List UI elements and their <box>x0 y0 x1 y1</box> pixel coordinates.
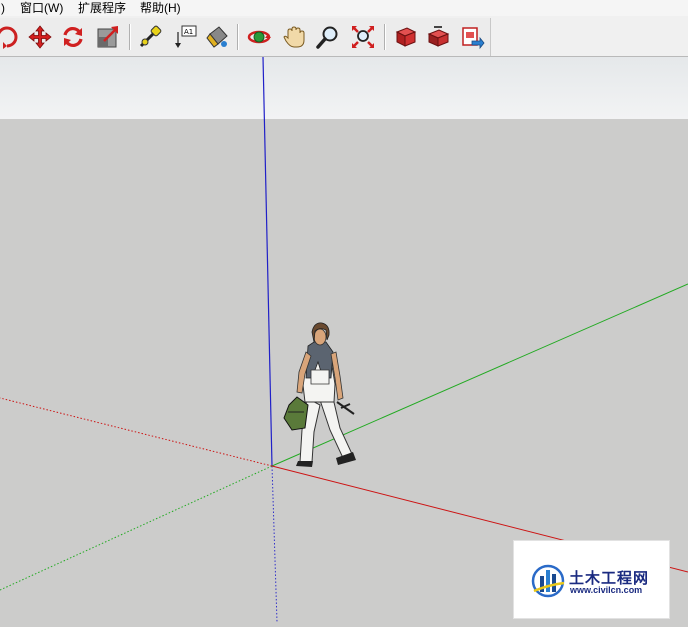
orbit-icon <box>0 26 18 49</box>
model-viewport[interactable] <box>0 56 688 623</box>
rotate-tool-button[interactable] <box>58 22 88 52</box>
paint-bucket-icon <box>206 26 228 48</box>
pan-tool-button[interactable] <box>279 22 309 52</box>
text-icon: A1 <box>175 25 197 48</box>
move-icon <box>28 25 52 49</box>
send-to-layout-button[interactable] <box>457 22 487 52</box>
scale-icon <box>97 26 118 48</box>
svg-text:A1: A1 <box>184 28 193 36</box>
toolbar-separator <box>237 24 239 50</box>
rotate-icon <box>63 26 83 48</box>
tape-measure-tool-button[interactable] <box>135 22 165 52</box>
toolbar-strip: A1 <box>0 18 491 56</box>
zoom-icon <box>316 26 338 49</box>
zoom-extents-icon <box>352 26 374 48</box>
scale-tool-button[interactable] <box>93 22 123 52</box>
orbit-view-button[interactable] <box>244 22 274 52</box>
scene-canvas <box>0 56 688 623</box>
zoom-extents-tool-button[interactable] <box>348 22 378 52</box>
watermark-url: www.civilcn.com <box>570 585 643 595</box>
send-to-layout-icon <box>462 27 485 50</box>
menu-item-help[interactable]: 帮助(H) <box>140 1 181 15</box>
share-model-icon <box>427 26 450 47</box>
3d-warehouse-icon <box>395 27 417 47</box>
menu-bar: ) 窗口(W) 扩展程序 帮助(H) <box>0 0 688 16</box>
menu-item-window[interactable]: 窗口(W) <box>20 1 63 15</box>
toolbar: A1 <box>0 16 688 57</box>
3d-warehouse-button[interactable] <box>390 22 420 52</box>
tape-measure-icon <box>139 25 162 48</box>
pan-hand-icon <box>283 26 305 48</box>
menu-item-extensions[interactable]: 扩展程序 <box>78 1 126 15</box>
share-model-button[interactable] <box>423 22 453 52</box>
orbit-icon <box>247 30 271 44</box>
orbit-tool-button[interactable] <box>0 22 22 52</box>
toolbar-separator <box>384 24 386 50</box>
text-tool-button[interactable]: A1 <box>170 22 200 52</box>
move-tool-button[interactable] <box>25 22 55 52</box>
paint-bucket-tool-button[interactable] <box>202 22 232 52</box>
zoom-tool-button[interactable] <box>313 22 343 52</box>
toolbar-separator <box>129 24 131 50</box>
sky <box>0 57 688 119</box>
menu-item-partial[interactable]: ) <box>1 1 5 15</box>
watermark-logo: 土木工程网 www.civilcn.com <box>513 540 670 619</box>
